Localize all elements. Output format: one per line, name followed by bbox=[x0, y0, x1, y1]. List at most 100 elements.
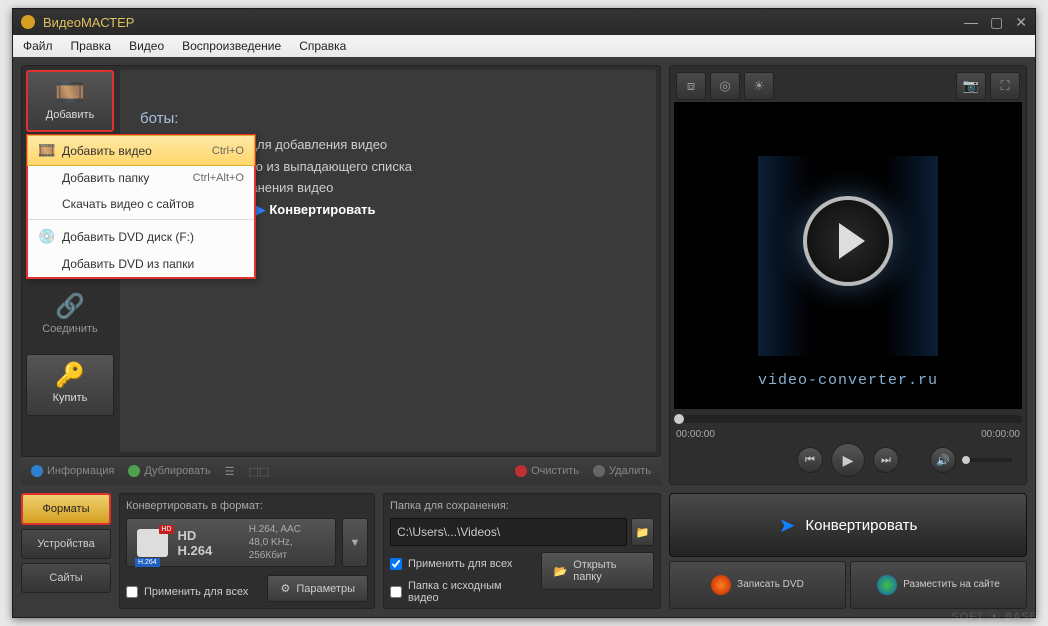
info-icon bbox=[31, 465, 43, 477]
seek-bar[interactable] bbox=[674, 415, 1022, 423]
list-toolbar: Информация Дублировать ☰ ⬚⬚ Очистить Уда… bbox=[21, 457, 661, 485]
window-controls: — ▢ ✕ bbox=[964, 14, 1027, 31]
convert-panel: ➤ Конвертировать Записать DVD Разместить… bbox=[669, 493, 1027, 609]
watermark: SOFT ⦿ BASE bbox=[951, 608, 1038, 624]
volume-button[interactable]: 🔊 bbox=[930, 447, 956, 473]
app-logo-icon bbox=[21, 15, 35, 29]
clear-button[interactable]: Очистить bbox=[515, 465, 579, 477]
app-window: ВидеоМАСТЕР — ▢ ✕ Файл Правка Видео Восп… bbox=[12, 8, 1036, 618]
sun-icon: ◎ bbox=[719, 78, 730, 94]
menu-help[interactable]: Справка bbox=[299, 39, 346, 53]
time-end: 00:00:00 bbox=[981, 429, 1020, 440]
brightness-icon: ☀ bbox=[753, 78, 765, 94]
preview-panel: ⧈ ◎ ☀ 📷 ⛶ video-converter.ru 00:00: bbox=[669, 65, 1027, 485]
crop-icon: ⧈ bbox=[687, 78, 695, 94]
buy-button[interactable]: 🔑 Купить bbox=[26, 354, 114, 416]
globe-icon bbox=[877, 575, 897, 595]
key-icon: 🔑 bbox=[55, 361, 85, 390]
burn-dvd-button[interactable]: Записать DVD bbox=[669, 561, 846, 609]
convert-button[interactable]: ➤ Конвертировать bbox=[669, 493, 1027, 557]
format-specs: H.264, AAC 48,0 KHz, 256Кбит bbox=[249, 523, 325, 562]
disc-burn-icon bbox=[711, 575, 731, 595]
next-button[interactable]: ⏭ bbox=[873, 447, 899, 473]
speaker-icon: 🔊 bbox=[936, 454, 950, 467]
close-button[interactable]: ✕ bbox=[1015, 14, 1027, 31]
menu-add-dvd-folder[interactable]: Добавить DVD из папки bbox=[28, 251, 254, 277]
clear-icon bbox=[515, 465, 527, 477]
playback-controls: ⏮ ▶ ⏭ 🔊 bbox=[674, 440, 1022, 480]
join-label: Соединить bbox=[42, 323, 98, 335]
delete-button[interactable]: Удалить bbox=[593, 465, 651, 477]
effects-button[interactable]: ◎ bbox=[710, 72, 740, 100]
browse-button[interactable]: 📁 bbox=[631, 518, 654, 546]
left-pane: 🎞️ Добавить 🔗 Соединить 🔑 Купить bbox=[21, 65, 661, 609]
save-label: Папка для сохранения: bbox=[390, 500, 654, 512]
titlebar: ВидеоМАСТЕР — ▢ ✕ bbox=[13, 9, 1035, 35]
publish-web-button[interactable]: Разместить на сайте bbox=[850, 561, 1027, 609]
add-button[interactable]: 🎞️ Добавить bbox=[26, 70, 114, 132]
film-add-icon: 🎞️ bbox=[55, 78, 85, 107]
layout-toggle-icon[interactable]: ☰ bbox=[225, 465, 235, 478]
tab-formats[interactable]: Форматы bbox=[21, 493, 111, 525]
delete-icon bbox=[593, 465, 605, 477]
apply-all-format[interactable]: Применить для всех bbox=[126, 586, 248, 598]
snapshot-button[interactable]: 📷 bbox=[956, 72, 986, 100]
info-button[interactable]: Информация bbox=[31, 465, 114, 477]
film-plus-icon: 🎞️ bbox=[38, 142, 56, 159]
volume-slider[interactable] bbox=[962, 458, 1012, 462]
tab-devices[interactable]: Устройства bbox=[21, 529, 111, 559]
switch-toggle-icon[interactable]: ⬚⬚ bbox=[249, 465, 270, 478]
app-title: ВидеоМАСТЕР bbox=[43, 15, 134, 30]
right-pane: ⧈ ◎ ☀ 📷 ⛶ video-converter.ru 00:00: bbox=[669, 65, 1027, 609]
tab-sites[interactable]: Сайты bbox=[21, 563, 111, 593]
source-folder-check[interactable]: Папка с исходным видео bbox=[390, 580, 525, 604]
menu-download-sites[interactable]: Скачать видео с сайтов bbox=[28, 191, 254, 217]
bottom-panels: Форматы Устройства Сайты Конвертировать … bbox=[21, 493, 661, 609]
format-label: Конвертировать в формат: bbox=[126, 500, 368, 512]
add-dropdown-menu: 🎞️ Добавить видео Ctrl+O Добавить папку … bbox=[26, 134, 256, 279]
buy-label: Купить bbox=[53, 392, 88, 404]
minimize-button[interactable]: — bbox=[964, 14, 978, 31]
duplicate-button[interactable]: Дублировать bbox=[128, 465, 210, 477]
menu-add-dvd-disc[interactable]: 💿 Добавить DVD диск (F:) bbox=[28, 222, 254, 251]
duplicate-icon bbox=[128, 465, 140, 477]
menubar: Файл Правка Видео Воспроизведение Справк… bbox=[13, 35, 1035, 57]
preview-toolbar: ⧈ ◎ ☀ 📷 ⛶ bbox=[674, 70, 1022, 102]
format-dropdown-arrow[interactable]: ▼ bbox=[342, 518, 368, 567]
menu-playback[interactable]: Воспроизведение bbox=[182, 39, 281, 53]
add-label: Добавить bbox=[46, 109, 95, 121]
apply-all-save[interactable]: Применить для всех bbox=[390, 558, 525, 570]
join-button[interactable]: 🔗 Соединить bbox=[26, 286, 114, 348]
join-icon: 🔗 bbox=[55, 292, 85, 321]
disc-icon: 💿 bbox=[38, 228, 56, 245]
open-folder-button[interactable]: 📂Открыть папку bbox=[541, 552, 654, 590]
fullscreen-button[interactable]: ⛶ bbox=[990, 72, 1020, 100]
prev-button[interactable]: ⏮ bbox=[797, 447, 823, 473]
preview-brand: video-converter.ru bbox=[674, 372, 1022, 389]
format-panel: Конвертировать в формат: HD HD H.264 H.2… bbox=[119, 493, 375, 609]
play-button[interactable]: ▶ bbox=[831, 443, 865, 477]
save-path-input[interactable] bbox=[390, 518, 627, 546]
main-area: 🎞️ Добавить 🔗 Соединить 🔑 Купить bbox=[21, 65, 661, 457]
brightness-button[interactable]: ☀ bbox=[744, 72, 774, 100]
format-selector[interactable]: HD HD H.264 H.264, AAC 48,0 KHz, 256Кбит bbox=[126, 518, 336, 567]
params-button[interactable]: ⚙Параметры bbox=[267, 575, 368, 602]
save-panel: Папка для сохранения: 📁 Применить для вс… bbox=[383, 493, 661, 609]
format-tabs: Форматы Устройства Сайты bbox=[21, 493, 111, 609]
camera-icon: 📷 bbox=[963, 78, 979, 94]
folder-icon: 📁 bbox=[635, 526, 649, 539]
content-area: 🎞️ Добавить 🔗 Соединить 🔑 Купить bbox=[13, 57, 1035, 617]
folder-open-icon: 📂 bbox=[554, 565, 568, 578]
maximize-button[interactable]: ▢ bbox=[990, 14, 1003, 31]
menu-video[interactable]: Видео bbox=[129, 39, 164, 53]
time-start: 00:00:00 bbox=[676, 429, 715, 440]
menu-add-video[interactable]: 🎞️ Добавить видео Ctrl+O bbox=[27, 135, 255, 166]
menu-file[interactable]: Файл bbox=[23, 39, 53, 53]
crop-button[interactable]: ⧈ bbox=[676, 72, 706, 100]
video-preview: video-converter.ru bbox=[674, 102, 1022, 409]
menu-add-folder[interactable]: Добавить папку Ctrl+Alt+O bbox=[28, 165, 254, 191]
format-name: HD H.264 bbox=[178, 528, 229, 558]
menu-edit[interactable]: Правка bbox=[71, 39, 112, 53]
fullscreen-icon: ⛶ bbox=[1000, 78, 1009, 94]
play-icon bbox=[803, 196, 893, 286]
